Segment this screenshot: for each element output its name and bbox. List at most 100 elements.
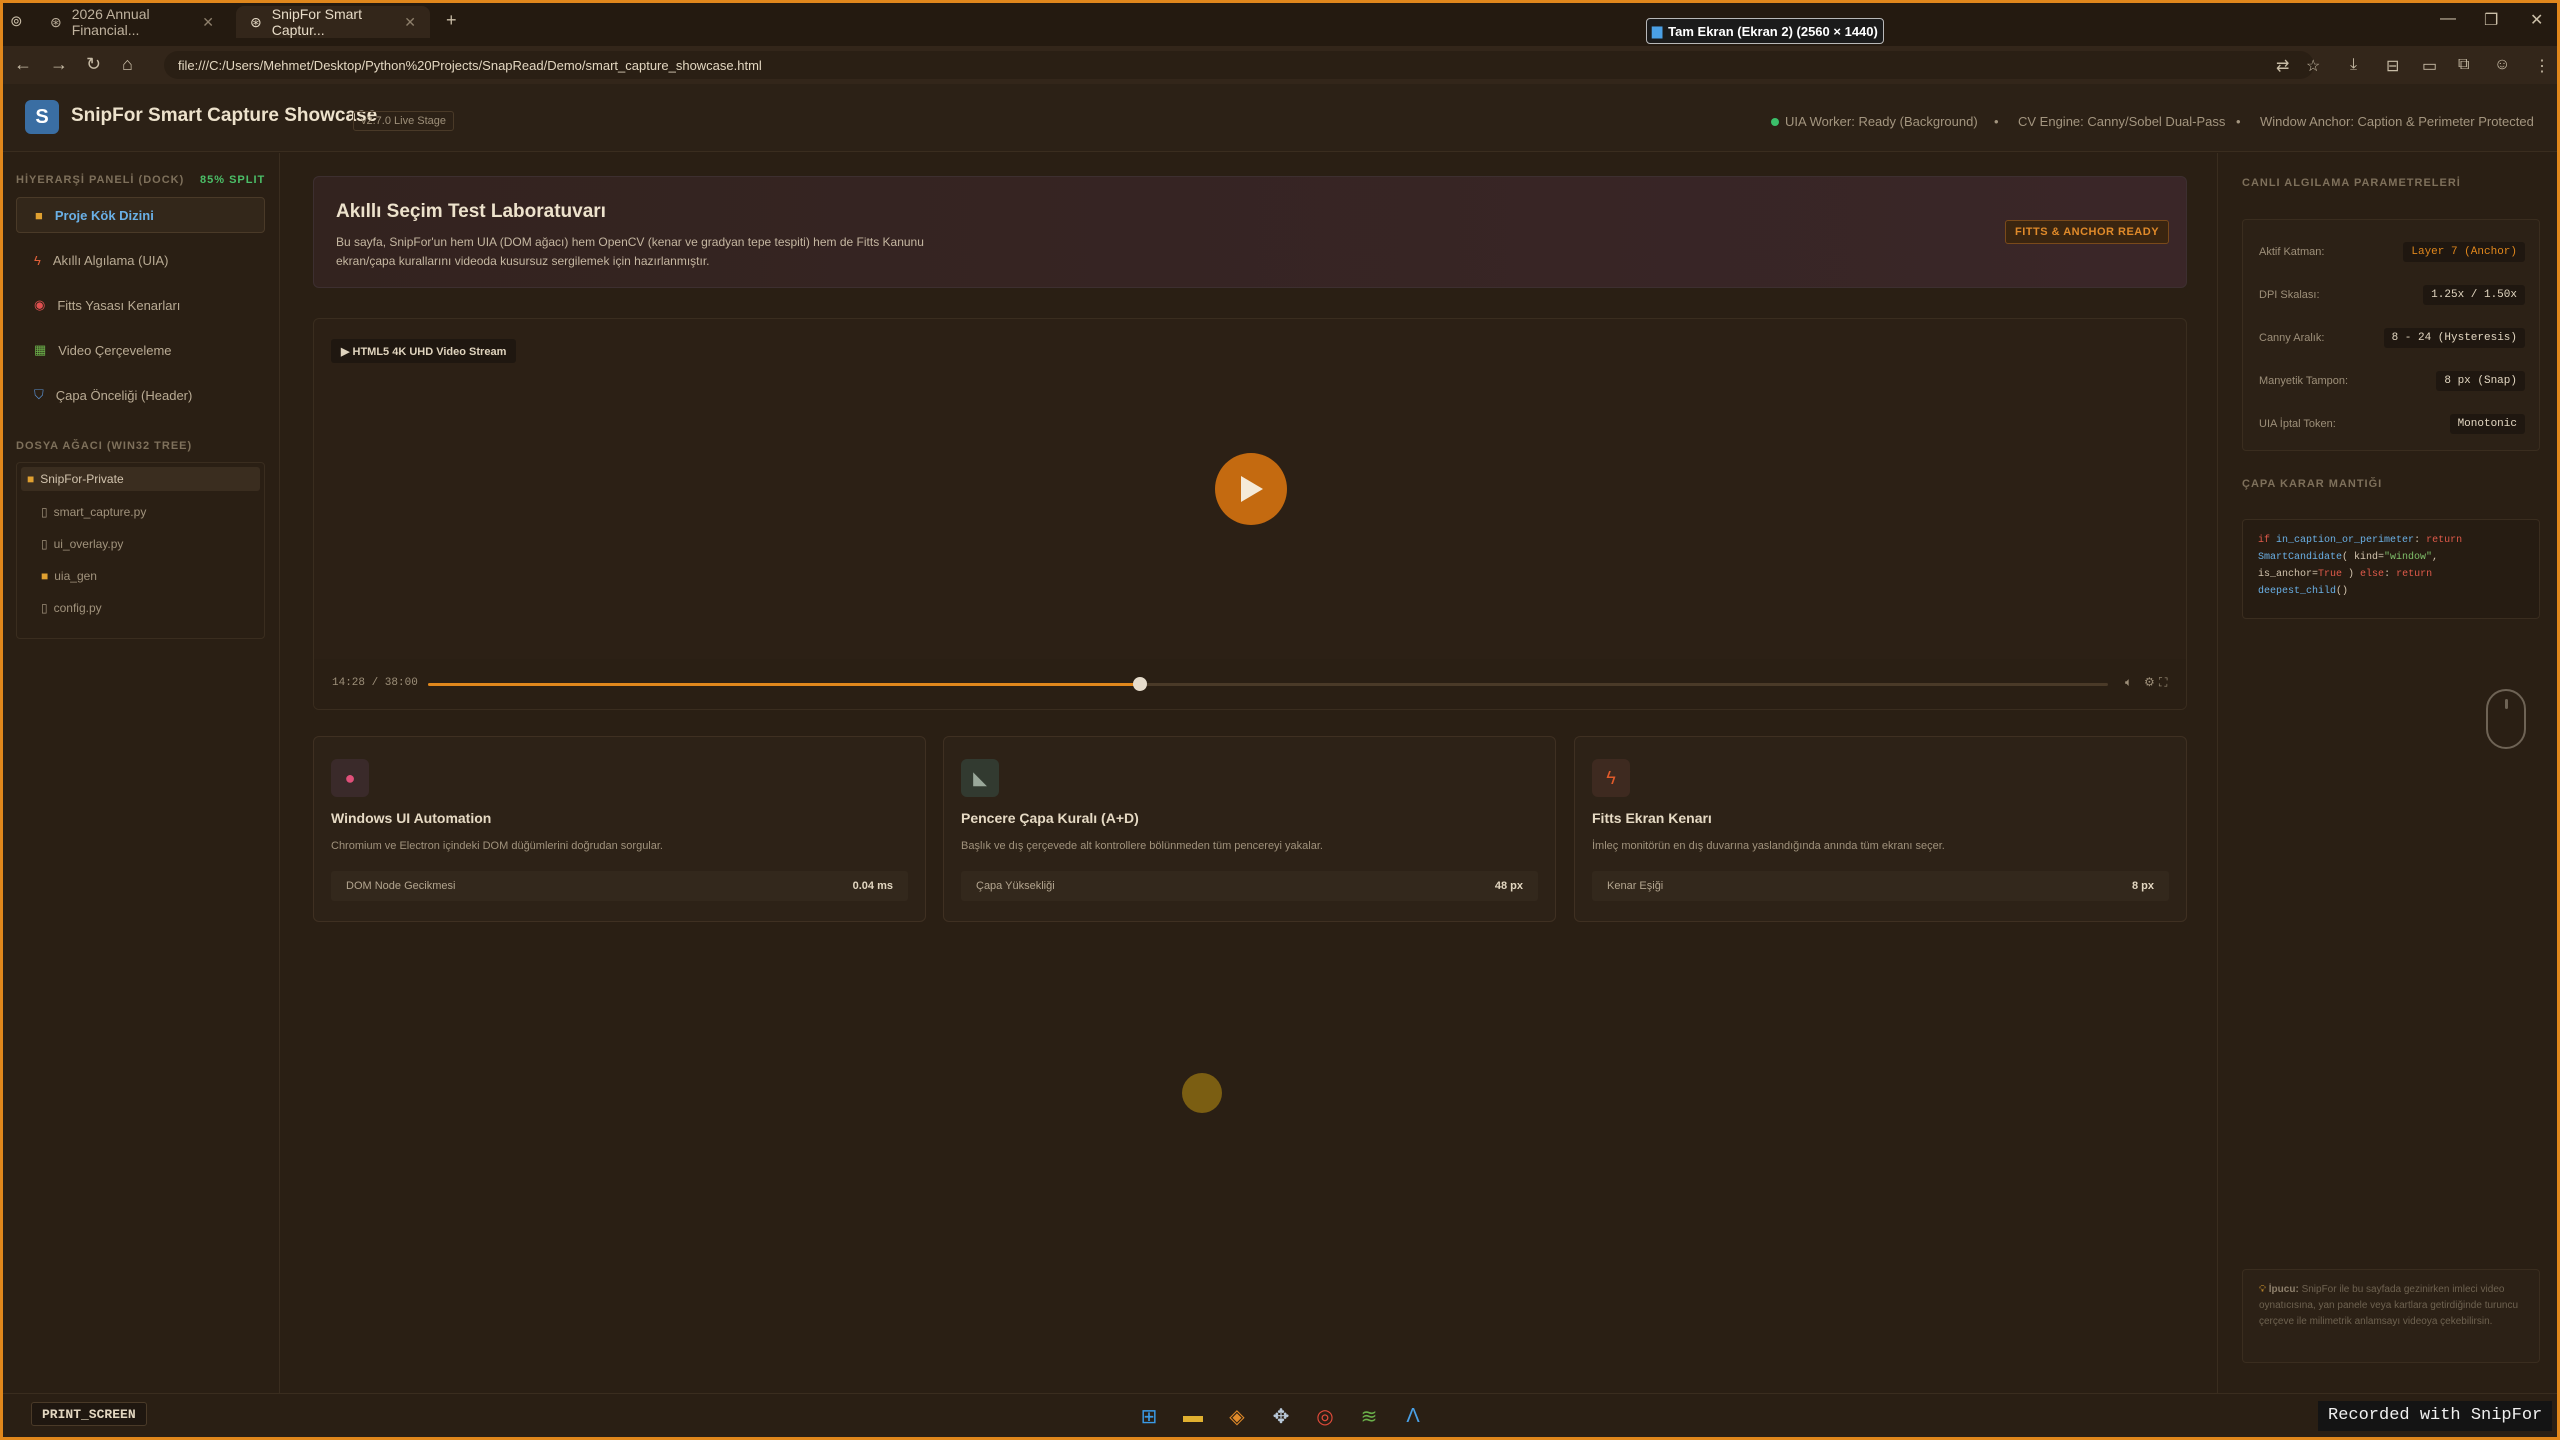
shield-icon: ⛉: [34, 387, 44, 402]
fullscreen-icon[interactable]: ⛶: [2159, 675, 2167, 690]
status-worker: UIA Worker: Ready (Background): [1771, 114, 1978, 129]
windows-start-icon[interactable]: ⊞: [1137, 1404, 1161, 1428]
home-icon[interactable]: ⌂: [122, 54, 133, 75]
tree-item-ui-overlay[interactable]: ▯ ui_overlay.py: [41, 532, 123, 556]
code-token: :: [2384, 569, 2397, 580]
tree-header: DOSYA AĞACI (WIN32 TREE): [16, 440, 193, 452]
address-bar-row: ← → ↻ ⌂ file:///C:/Users/Mehmet/Desktop/…: [0, 46, 2560, 84]
code-line: is_anchor=True ) else: return: [2258, 566, 2524, 583]
tab-annual-financial[interactable]: ⊛ 2026 Annual Financial... ✕: [36, 6, 228, 38]
sidebar-header: HİYERARŞİ PANELİ (DOCK): [16, 174, 185, 186]
video-player[interactable]: ▶ HTML5 4K UHD Video Stream 14:28 / 38:0…: [313, 318, 2187, 710]
tree-item-config[interactable]: ▯ config.py: [41, 596, 102, 620]
bolt-icon: ϟ: [34, 252, 41, 268]
card-fitts-screen-edge[interactable]: ϟ Fitts Ekran Kenarı İmleç monitörün en …: [1574, 736, 2187, 922]
browser-menu-icon[interactable]: ⊚: [10, 12, 23, 30]
bookmarks-icon[interactable]: ⊟: [2386, 56, 2399, 76]
file-tree: ■ SnipFor-Private ▯ smart_capture.py ▯ ui_o…: [16, 462, 265, 639]
hierarchy-sidebar: HİYERARŞİ PANELİ (DOCK) 85% SPLIT ■ Proj…: [3, 153, 280, 1393]
sidebar-item-label: Proje Kök Dizini: [54, 207, 154, 223]
cursor-highlight: [1182, 1073, 1222, 1113]
forward-icon[interactable]: →: [50, 54, 68, 75]
sidebar-item-project-root[interactable]: ■ Proje Kök Dizini: [16, 197, 265, 233]
browser-tab-bar: ⊚ ⊛ 2026 Annual Financial... ✕ ⊛ SnipFor…: [0, 0, 2560, 46]
sidebar-item-video-framing[interactable]: ▦ Video Çerçeveleme: [16, 332, 265, 368]
metric-value: 8 px: [2131, 880, 2154, 892]
banner-description: Bu sayfa, SnipFor'un hem UIA (DOM ağacı)…: [336, 235, 924, 268]
code-line: if in_caption_or_perimeter: return: [2258, 532, 2524, 549]
extensions-icon[interactable]: ⧉: [2458, 56, 2469, 74]
volume-icon[interactable]: 🔈︎: [2125, 675, 2132, 690]
sidebar-item-label: Video Çerçeveleme: [58, 342, 172, 358]
url-input[interactable]: file:///C:/Users/Mehmet/Desktop/Python%2…: [164, 51, 2314, 79]
card-windows-ui-automation[interactable]: ● Windows UI Automation Chromium ve Elec…: [313, 736, 926, 922]
back-icon[interactable]: ←: [14, 54, 32, 75]
tree-item-snipfor-private[interactable]: ■ SnipFor-Private: [21, 467, 260, 491]
download-icon[interactable]: ⤓: [2350, 56, 2357, 74]
status-separator: •: [1994, 114, 1999, 129]
code-token: "window": [2384, 552, 2433, 563]
metric-value: 48 px: [1494, 880, 1523, 892]
param-row-active-layer: Aktif Katman: Layer 7 (Anchor): [2259, 240, 2525, 264]
taskbar: PRINT_SCREEN ⊞ ▬ ◈ ✥ ◎ ≋ Λ: [3, 1393, 2557, 1437]
folder-icon: ■: [35, 207, 43, 223]
minimize-icon[interactable]: —: [2440, 10, 2456, 28]
screen-badge: ▆ Tam Ekran (Ekran 2) (2560 × 1440): [1646, 18, 1884, 44]
split-badge: 85% SPLIT: [200, 174, 266, 186]
app-logo: S: [25, 100, 59, 134]
app-header: S SnipFor Smart Capture Showcase v2.7.0 …: [3, 84, 2557, 152]
sidebar-item-fitts-edges[interactable]: ◉ Fitts Yasası Kenarları: [16, 287, 265, 323]
sidebar-item-smart-detection[interactable]: ϟ Akıllı Algılama (UIA): [16, 242, 265, 278]
video-stream-label: ▶ HTML5 4K UHD Video Stream: [331, 339, 517, 363]
app-title: SnipFor Smart Capture Showcase: [71, 105, 378, 126]
param-value: 8 - 24 (Hysteresis): [2383, 328, 2525, 348]
param-label: Manyetik Tampon:: [2259, 375, 2349, 387]
python-icon[interactable]: ✥: [1269, 1404, 1293, 1428]
code-token: deepest_child: [2258, 586, 2337, 597]
code-token: is_anchor=: [2258, 569, 2319, 580]
params-box: Aktif Katman: Layer 7 (Anchor) DPI Skalas…: [2242, 219, 2540, 451]
close-tab-icon[interactable]: ✕: [404, 14, 416, 31]
metric-label: Kenar Eşiği: [1607, 880, 1664, 892]
code-token: ,: [2432, 552, 2439, 563]
target-icon: ◉: [34, 297, 46, 312]
file-explorer-icon[interactable]: ▬: [1181, 1404, 1205, 1428]
sidebar-item-label: Çapa Önceliği (Header): [55, 387, 193, 403]
tree-item-label: config.py: [53, 601, 102, 615]
code-token: (): [2336, 586, 2349, 597]
antigravity-icon[interactable]: Λ: [1401, 1404, 1425, 1428]
card-metric: DOM Node Gecikmesi 0.04 ms: [331, 871, 908, 901]
seek-handle[interactable]: [1132, 677, 1147, 691]
close-window-icon[interactable]: ✕: [2530, 10, 2543, 30]
card-title: Windows UI Automation: [331, 810, 492, 826]
layers-app-icon[interactable]: ≋: [1357, 1404, 1381, 1428]
lab-banner: Akıllı Seçim Test Laboratuvarı Bu sayfa,…: [313, 176, 2187, 288]
card-description: İmleç monitörün en dış duvarına yaslandı…: [1592, 840, 1945, 852]
sidebar-item-label: Akıllı Algılama (UIA): [52, 252, 169, 268]
tree-item-smart-capture[interactable]: ▯ smart_capture.py: [41, 500, 146, 524]
translate-icon[interactable]: ⇄: [2276, 56, 2289, 76]
snipfor-app-icon[interactable]: ◈: [1225, 1404, 1249, 1428]
metric-label: DOM Node Gecikmesi: [346, 880, 456, 892]
bookmark-star-icon[interactable]: ☆: [2306, 56, 2320, 76]
code-line: SmartCandidate( kind="window",: [2258, 549, 2524, 566]
tab-favicon-icon: ⊛: [50, 13, 62, 30]
sidebar-item-anchor-priority[interactable]: ⛉ Çapa Önceliği (Header): [16, 377, 265, 413]
card-window-anchor-rule[interactable]: ◣ Pencere Çapa Kuralı (A+D) Başlık ve dı…: [943, 736, 1556, 922]
seek-bar[interactable]: [428, 677, 2108, 691]
param-value: 1.25x / 1.50x: [2423, 285, 2525, 305]
reload-icon[interactable]: ↻: [86, 54, 101, 75]
more-menu-icon[interactable]: ⋮: [2534, 56, 2550, 76]
close-tab-icon[interactable]: ✕: [202, 14, 214, 31]
tab-snipfor-smart-capture[interactable]: ⊛ SnipFor Smart Captur... ✕: [236, 6, 430, 38]
restore-icon[interactable]: ❐: [2484, 10, 2498, 30]
status-anchor: Window Anchor: Caption & Perimeter Prote…: [2260, 114, 2534, 129]
settings-icon[interactable]: ⚙︎: [2144, 675, 2155, 689]
param-label: UIA İptal Token:: [2259, 418, 2336, 430]
chrome-icon[interactable]: ◎: [1313, 1404, 1337, 1428]
play-button[interactable]: [1215, 453, 1287, 525]
profile-icon[interactable]: ☺: [2494, 56, 2510, 74]
tree-item-uia-gen[interactable]: ■ uia_gen: [41, 564, 97, 588]
folder-icon[interactable]: ▭: [2422, 56, 2437, 76]
new-tab-icon[interactable]: +: [446, 10, 457, 31]
